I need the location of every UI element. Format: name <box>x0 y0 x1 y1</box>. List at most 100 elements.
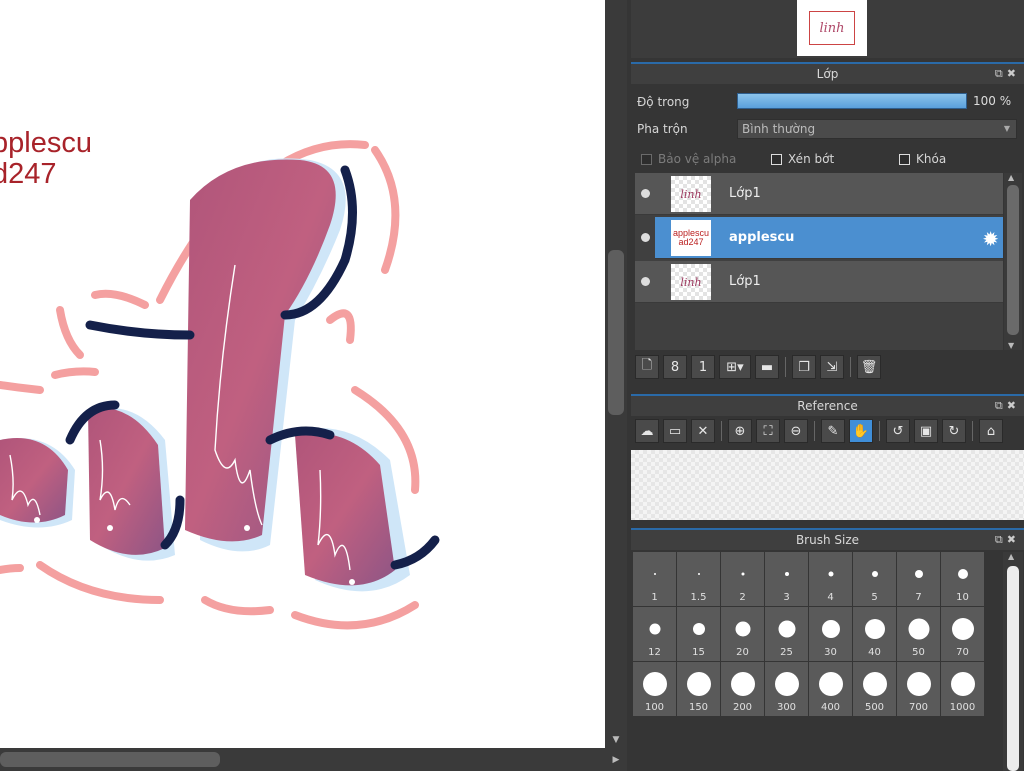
delete-icon[interactable]: 🗑 <box>857 355 881 379</box>
fit-icon[interactable]: ⛶ <box>756 419 780 443</box>
navigator-thumbnail[interactable]: linh <box>797 0 867 56</box>
scroll-down-arrow-icon[interactable]: ▼ <box>610 735 622 745</box>
add-layer-menu-icon[interactable]: ⊞▾ <box>719 355 751 379</box>
brush-size-label: 12 <box>648 647 661 658</box>
new-1bit-layer-icon[interactable]: 1 <box>691 355 715 379</box>
brush-size-label: 1000 <box>949 702 976 713</box>
duplicate-icon[interactable]: ❐ <box>792 355 816 379</box>
brush-size-cell[interactable]: 1000 <box>941 662 984 716</box>
scroll-up-icon[interactable]: ▲ <box>1008 173 1014 182</box>
layer-row[interactable]: linh Lớp1 <box>635 261 1003 303</box>
layer-toolbar: 🗋 8 1 ⊞▾ ▬ ❐ ⇲ 🗑 <box>635 354 881 380</box>
brush-scroll-thumb[interactable] <box>1007 566 1019 771</box>
brush-size-label: 100 <box>644 702 665 713</box>
reference-image-area[interactable] <box>631 450 1024 520</box>
new-8bit-layer-icon[interactable]: 8 <box>663 355 687 379</box>
chevron-down-icon: ▼ <box>1003 124 1010 133</box>
upload-icon[interactable]: ☁ <box>635 419 659 443</box>
brush-size-cell[interactable]: 50 <box>897 607 940 661</box>
new-layer-icon[interactable]: 🗋 <box>635 355 659 379</box>
brush-size-cell[interactable]: 10 <box>941 552 984 606</box>
folder-icon[interactable]: ▬ <box>755 355 779 379</box>
brush-dot-icon <box>818 672 843 696</box>
brush-size-cell[interactable]: 4 <box>809 552 852 606</box>
scroll-down-icon[interactable]: ▼ <box>1008 341 1014 350</box>
brush-size-cell[interactable]: 150 <box>677 662 720 716</box>
close-panel-icon[interactable]: ✖ <box>1007 67 1020 80</box>
layer-row-selected[interactable]: applescu ad247 applescu ✹ <box>641 217 1003 259</box>
scroll-right-arrow-icon[interactable]: ▶ <box>610 755 622 765</box>
popout-icon[interactable]: ⧉ <box>995 399 1007 412</box>
brush-size-cell[interactable]: 40 <box>853 607 896 661</box>
brush-size-cell[interactable]: 3 <box>765 552 808 606</box>
vertical-scroll-thumb[interactable] <box>608 250 624 415</box>
protect-alpha-checkbox[interactable]: Bảo vệ alpha <box>641 152 736 166</box>
zoom-in-icon[interactable]: ⊕ <box>728 419 752 443</box>
visibility-icon[interactable] <box>641 277 650 286</box>
layer-thumbnail: applescu ad247 <box>671 220 711 256</box>
brush-size-cell[interactable]: 20 <box>721 607 764 661</box>
layer-scroll-thumb[interactable] <box>1007 185 1019 335</box>
lock-checkbox[interactable]: Khóa <box>899 152 946 166</box>
brush-size-grid: 1 1.5 2 3 4 5 7 10 12 15 20 25 30 40 50 70 100 150 200 300 4… <box>633 552 987 716</box>
layer-name: Lớp1 <box>729 274 761 289</box>
brush-size-label: 700 <box>908 702 929 713</box>
brush-dot-icon <box>821 620 840 638</box>
fit-screen-icon[interactable]: ▣ <box>914 419 938 443</box>
rotate-right-icon[interactable]: ↻ <box>942 419 966 443</box>
zoom-out-icon[interactable]: ⊖ <box>784 419 808 443</box>
rotate-left-icon[interactable]: ↺ <box>886 419 910 443</box>
brush-size-cell[interactable]: 400 <box>809 662 852 716</box>
brush-dot-icon <box>741 572 744 576</box>
gear-icon[interactable]: ✹ <box>982 227 999 251</box>
blend-mode-select[interactable]: Bình thường ▼ <box>737 119 1017 139</box>
layer-name: Lớp1 <box>729 186 761 201</box>
hand-icon[interactable]: ✋ <box>849 419 873 443</box>
merge-icon[interactable]: ⇲ <box>820 355 844 379</box>
layer-panel: Độ trong 100 % Pha trộn Bình thường ▼ Bả… <box>631 86 1024 386</box>
eyedropper-icon[interactable]: ✎ <box>821 419 845 443</box>
layer-list-scrollbar[interactable]: ▲ ▼ <box>1004 173 1022 350</box>
brush-size-cell[interactable]: 500 <box>853 662 896 716</box>
brush-size-cell[interactable]: 15 <box>677 607 720 661</box>
brush-size-cell[interactable]: 30 <box>809 607 852 661</box>
layer-row[interactable]: linh Lớp1 <box>635 173 1003 215</box>
brush-size-cell[interactable]: 5 <box>853 552 896 606</box>
brush-size-cell[interactable]: 1 <box>633 552 676 606</box>
horizontal-scroll-thumb[interactable] <box>0 752 220 767</box>
canvas-horizontal-scrollbar[interactable] <box>0 748 605 771</box>
layer-panel-title: Lớp <box>816 67 839 81</box>
canvas-text-layer: pplescu d247 <box>0 128 92 190</box>
brush-size-cell[interactable]: 100 <box>633 662 676 716</box>
brush-size-label: 70 <box>956 647 969 658</box>
lock-icon[interactable]: ⌂ <box>979 419 1003 443</box>
brush-size-cell[interactable]: 700 <box>897 662 940 716</box>
popout-icon[interactable]: ⧉ <box>995 533 1007 546</box>
close-icon[interactable]: ✕ <box>691 419 715 443</box>
brush-size-cell[interactable]: 300 <box>765 662 808 716</box>
drawing-canvas[interactable]: pplescu d247 <box>0 0 605 748</box>
scroll-up-icon[interactable]: ▲ <box>1008 552 1014 561</box>
brush-size-cell[interactable]: 12 <box>633 607 676 661</box>
brush-dot-icon <box>906 672 931 696</box>
brush-size-cell[interactable]: 70 <box>941 607 984 661</box>
brush-size-cell[interactable]: 25 <box>765 607 808 661</box>
brush-scrollbar[interactable]: ▲ <box>1003 552 1023 771</box>
canvas-vertical-scrollbar[interactable]: ▼ ▶ <box>605 0 627 771</box>
opacity-slider[interactable] <box>737 93 967 109</box>
blend-mode-value: Bình thường <box>742 122 816 136</box>
brush-size-cell[interactable]: 200 <box>721 662 764 716</box>
open-folder-icon[interactable]: ▭ <box>663 419 687 443</box>
brush-dot-icon <box>957 569 968 579</box>
close-panel-icon[interactable]: ✖ <box>1007 533 1020 546</box>
brush-size-cell[interactable]: 7 <box>897 552 940 606</box>
brush-size-cell[interactable]: 1.5 <box>677 552 720 606</box>
visibility-icon[interactable] <box>641 189 650 198</box>
visibility-icon[interactable] <box>641 233 650 242</box>
popout-icon[interactable]: ⧉ <box>995 67 1007 80</box>
brush-size-label: 10 <box>956 592 969 603</box>
brush-size-label: 50 <box>912 647 925 658</box>
brush-size-cell[interactable]: 2 <box>721 552 764 606</box>
close-panel-icon[interactable]: ✖ <box>1007 399 1020 412</box>
clipping-checkbox[interactable]: Xén bớt <box>771 152 834 166</box>
